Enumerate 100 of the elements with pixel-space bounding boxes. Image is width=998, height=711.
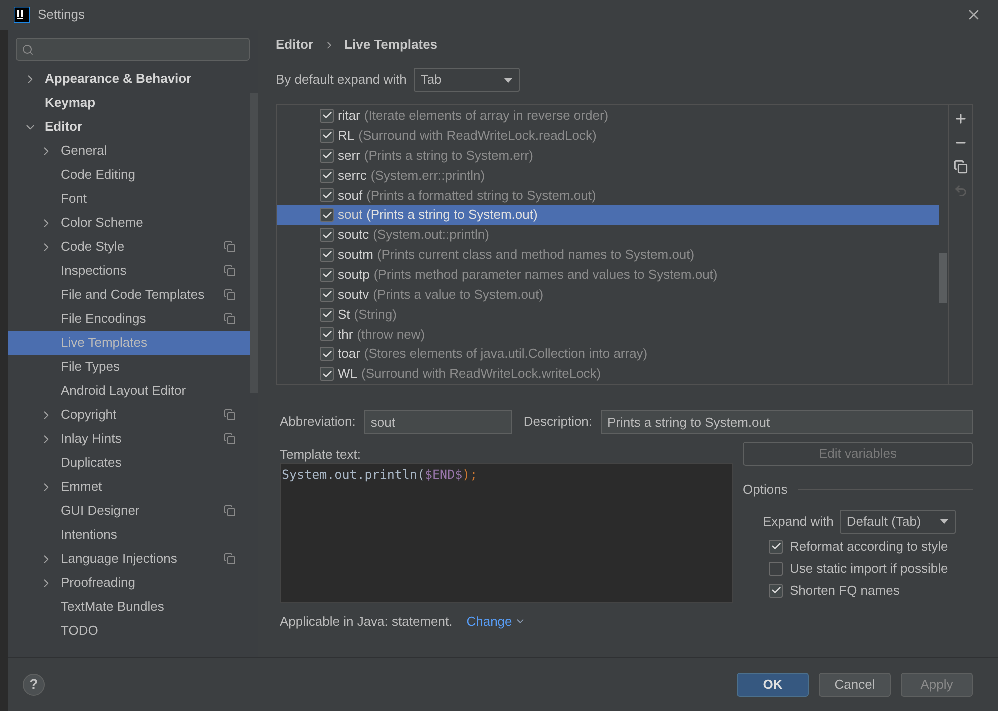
checkbox[interactable]: [320, 128, 334, 143]
template-name: serrc: [338, 166, 367, 185]
expand-dropdown[interactable]: Tab: [414, 68, 520, 92]
checkbox[interactable]: [320, 168, 334, 182]
checkbox[interactable]: [320, 308, 334, 322]
checkbox[interactable]: [769, 562, 783, 576]
template-description: (System.out::println): [373, 226, 490, 244]
copy-icon: [224, 505, 236, 517]
checkmark-icon: [322, 309, 332, 320]
sidebar-item[interactable]: Font: [8, 187, 250, 211]
template-row[interactable]: RL (Surround with ReadWriteLock.readLock): [277, 126, 939, 146]
checkbox-label: Use static import if possible: [790, 560, 948, 578]
search-icon: [22, 44, 34, 56]
checkbox[interactable]: [320, 327, 334, 342]
sidebar-item[interactable]: TODO: [8, 619, 250, 643]
scrollbar[interactable]: [250, 93, 258, 393]
sidebar-item[interactable]: GUI Designer: [8, 499, 250, 523]
checkbox[interactable]: [320, 208, 334, 222]
sidebar-item[interactable]: Inspections: [8, 259, 250, 283]
expand-with-dropdown[interactable]: Default (Tab): [840, 510, 956, 534]
template-row[interactable]: soutc (System.out::println): [277, 225, 939, 246]
template-row[interactable]: sout (Prints a string to System.out): [277, 205, 939, 226]
sidebar-item[interactable]: Duplicates: [8, 451, 250, 475]
dialog-button[interactable]: OK: [737, 672, 809, 696]
field-label: Abbreviation:: [280, 413, 356, 432]
breadcrumb-item[interactable]: Editor: [276, 35, 314, 55]
sidebar-item[interactable]: Intentions: [8, 523, 250, 547]
template-description: (Prints a formatted string to System.out): [366, 186, 596, 205]
template-row[interactable]: toar (Stores elements of java.util.Collection into array): [277, 344, 939, 364]
template-description: (throw new): [357, 326, 426, 344]
checkbox[interactable]: [769, 540, 783, 554]
template-row[interactable]: thr (throw new): [277, 324, 939, 344]
template-name: sout: [338, 206, 363, 224]
copy-icon: [224, 241, 236, 253]
sidebar-item[interactable]: General: [8, 139, 250, 163]
copy-icon: [224, 265, 236, 277]
template-editor[interactable]: System.out.println($END$);: [280, 463, 733, 603]
abbreviation-field[interactable]: sout: [364, 410, 512, 434]
copy-icon: [224, 313, 236, 325]
applicable-text: Applicable in Java: statement.: [280, 613, 453, 631]
template-description: (Surround with ReadWriteLock.writeLock): [362, 365, 602, 384]
checkbox[interactable]: [320, 148, 334, 163]
template-row[interactable]: souf (Prints a formatted string to System.out): [277, 185, 939, 206]
dropdown-arrow-icon: [504, 78, 513, 82]
template-row[interactable]: serr (Prints a string to System.err): [277, 146, 939, 166]
template-row[interactable]: soutp (Prints method parameter names and values to System.out): [277, 264, 939, 285]
options-title: Options: [743, 481, 788, 499]
change-link[interactable]: Change: [466, 612, 526, 632]
sidebar-item[interactable]: Appearance & Behavior: [8, 67, 250, 91]
template-description: (String): [354, 306, 397, 324]
sidebar-item[interactable]: Inlay Hints: [8, 427, 250, 451]
template-row[interactable]: ritar (Iterate elements of array in reverse order): [277, 106, 939, 126]
window-title: Settings: [38, 6, 85, 24]
sidebar-item[interactable]: Code Editing: [8, 163, 250, 187]
breadcrumb-item[interactable]: Live Templates: [344, 35, 438, 55]
copy-icon: [224, 289, 236, 301]
template-row[interactable]: St (String): [277, 304, 939, 324]
template-name: RL: [338, 127, 355, 146]
template-name: St: [338, 306, 350, 324]
checkmark-icon: [770, 541, 782, 552]
sidebar-item[interactable]: Color Scheme: [8, 211, 250, 235]
scrollbar[interactable]: [939, 253, 947, 303]
sidebar-item[interactable]: Keymap: [8, 91, 250, 115]
checkbox[interactable]: [320, 188, 334, 202]
checkmark-icon: [322, 110, 332, 122]
checkbox[interactable]: [320, 268, 334, 282]
sidebar-item[interactable]: File and Code Templates: [8, 283, 250, 307]
help-button[interactable]: ?: [23, 674, 45, 696]
sidebar-item[interactable]: Proofreading: [8, 571, 250, 595]
checkbox[interactable]: [320, 248, 334, 262]
sidebar-item[interactable]: File Types: [8, 355, 250, 379]
checkbox[interactable]: [320, 347, 334, 362]
sidebar-item[interactable]: File Encodings: [8, 307, 250, 331]
search-field[interactable]: [16, 38, 250, 61]
checkbox[interactable]: [320, 108, 334, 123]
sidebar-item[interactable]: Editor: [8, 115, 250, 139]
template-name: thr: [338, 326, 354, 344]
template-description: (Prints a string to System.err): [364, 146, 534, 165]
template-row[interactable]: WL (Surround with ReadWriteLock.writeLock): [277, 364, 939, 384]
sidebar-item[interactable]: Code Style: [8, 235, 250, 259]
template-row[interactable]: soutv (Prints a value to System.out): [277, 284, 939, 305]
sidebar-item[interactable]: Language Injections: [8, 547, 250, 571]
checkbox[interactable]: [320, 367, 334, 382]
sidebar-item[interactable]: Android Layout Editor: [8, 379, 250, 403]
checkmark-icon: [322, 230, 332, 241]
checkbox[interactable]: [769, 584, 783, 598]
copy-icon: [224, 433, 236, 445]
sidebar-item[interactable]: Emmet: [8, 475, 250, 499]
description-field[interactable]: Prints a string to System.out: [600, 410, 973, 434]
template-row[interactable]: soutm (Prints current class and method names to System.out): [277, 245, 939, 265]
template-row[interactable]: serrc (System.err::println): [277, 166, 939, 186]
dialog-button[interactable]: Cancel: [819, 672, 891, 696]
sidebar-item[interactable]: TextMate Bundles: [8, 595, 250, 619]
sidebar-item[interactable]: Copyright: [8, 403, 250, 427]
checkbox[interactable]: [320, 228, 334, 242]
app-logo-icon: [14, 7, 30, 23]
checkbox[interactable]: [320, 288, 334, 302]
template-name: soutm: [338, 246, 374, 264]
template-name: serr: [338, 146, 360, 165]
copy-icon: [224, 553, 236, 565]
